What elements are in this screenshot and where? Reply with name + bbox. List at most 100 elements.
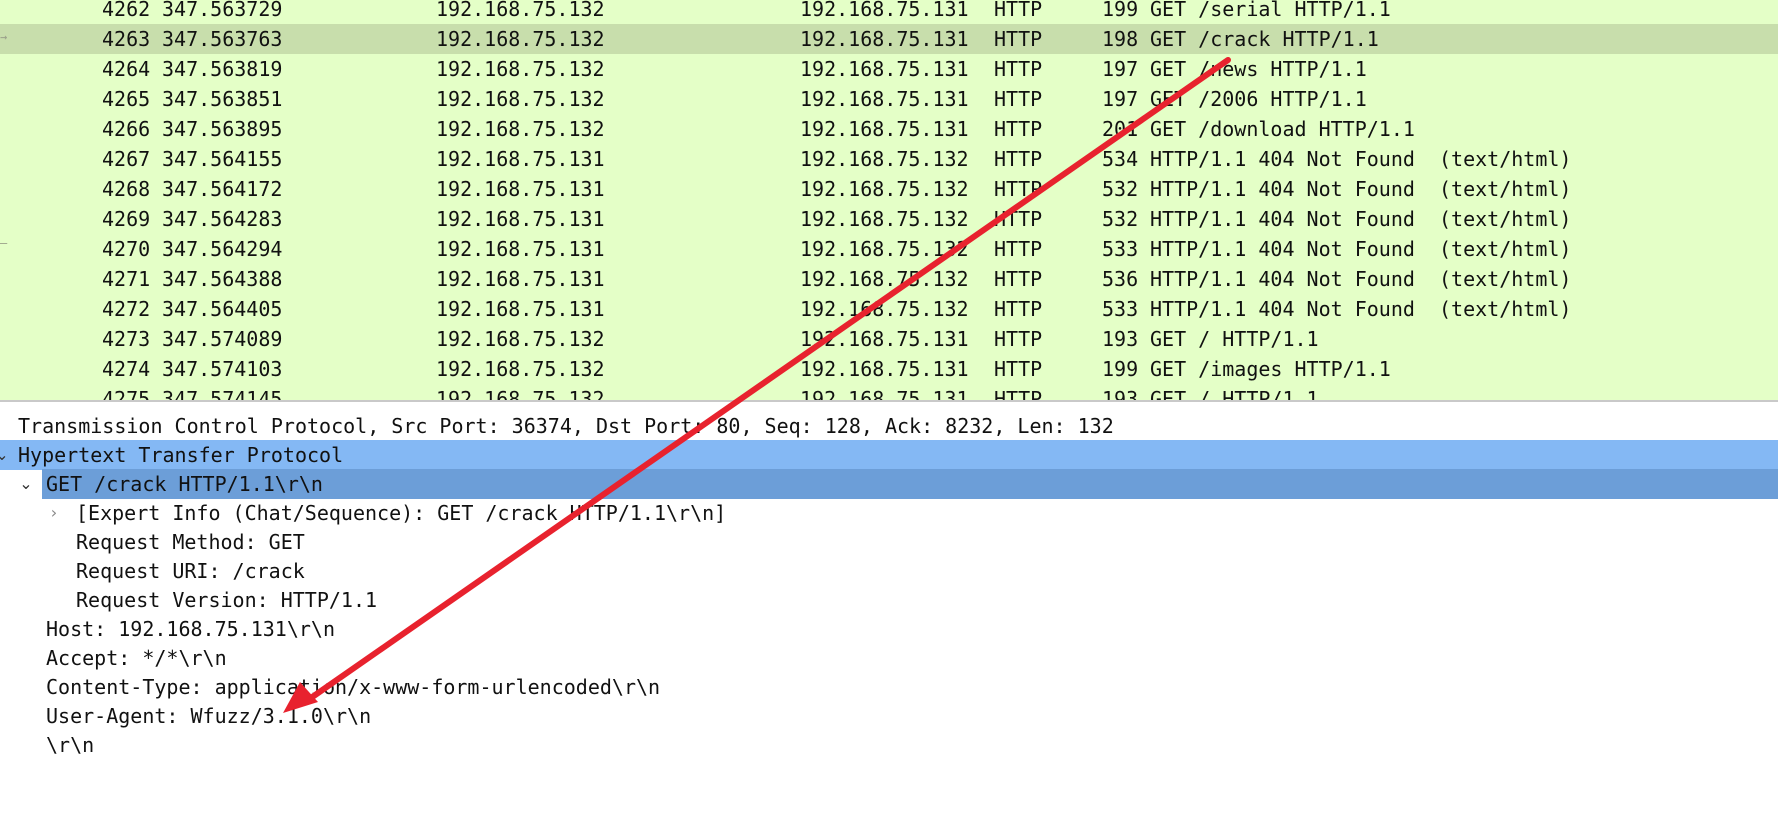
- packet-info: GET /download HTTP/1.1: [1150, 117, 1415, 141]
- chevron-down-icon[interactable]: ⌄: [0, 440, 12, 470]
- packet-row[interactable]: 4264 347.563819 192.168.75.132 192.168.75.1…: [0, 54, 1778, 84]
- packet-row[interactable]: 4274 347.574103 192.168.75.132 192.168.75.1…: [0, 354, 1778, 384]
- packet-source: 192.168.75.131: [436, 177, 605, 201]
- packet-destination: 192.168.75.132: [800, 177, 969, 201]
- packet-time: 347.564155: [162, 147, 283, 171]
- packet-time: 347.563763: [162, 27, 283, 51]
- packet-row[interactable]: 4267 347.564155 192.168.75.131 192.168.75.1…: [0, 144, 1778, 174]
- packet-source: 192.168.75.132: [436, 357, 605, 381]
- host-header: Host: 192.168.75.131\r\n: [46, 617, 335, 641]
- request-version: Request Version: HTTP/1.1: [76, 588, 378, 612]
- tree-item-host[interactable]: Host: 192.168.75.131\r\n: [0, 614, 1778, 644]
- packet-length: 536: [1102, 267, 1139, 291]
- packet-row[interactable]: 4269 347.564283 192.168.75.131 192.168.75.1…: [0, 204, 1778, 234]
- header-terminator: \r\n: [46, 733, 95, 757]
- packet-list[interactable]: 4262 347.563729 192.168.75.132 192.168.75.1…: [0, 0, 1778, 400]
- packet-source: 192.168.75.132: [436, 117, 605, 141]
- packet-time: 347.564283: [162, 207, 283, 231]
- tree-item-user-agent[interactable]: User-Agent: Wfuzz/3.1.0\r\n: [0, 701, 1778, 731]
- packet-length: 198: [1102, 27, 1139, 51]
- packet-row[interactable]: 4272 347.564405 192.168.75.131 192.168.75.1…: [0, 294, 1778, 324]
- packet-source: 192.168.75.132: [436, 27, 605, 51]
- packet-length: 197: [1102, 87, 1139, 111]
- packet-time: 347.563819: [162, 57, 283, 81]
- packet-destination: 192.168.75.131: [800, 357, 969, 381]
- request-uri: Request URI: /crack: [76, 559, 305, 583]
- packet-number: 4265: [102, 87, 151, 111]
- packet-source: 192.168.75.131: [436, 297, 605, 321]
- packet-number: 4269: [102, 207, 151, 231]
- packet-source: 192.168.75.132: [436, 0, 605, 21]
- get-line-highlight: GET /crack HTTP/1.1\r\n: [42, 469, 1778, 499]
- accept-header: Accept: */*\r\n: [46, 646, 227, 670]
- packet-destination: 192.168.75.131: [800, 327, 969, 351]
- packet-info: GET / HTTP/1.1: [1150, 387, 1319, 400]
- tree-item-accept[interactable]: Accept: */*\r\n: [0, 643, 1778, 673]
- tree-item-content-type[interactable]: Content-Type: application/x-www-form-url…: [0, 672, 1778, 702]
- packet-protocol: HTTP: [994, 207, 1043, 231]
- packet-length: 193: [1102, 327, 1139, 351]
- packet-destination: 192.168.75.131: [800, 0, 969, 21]
- packet-protocol: HTTP: [994, 27, 1043, 51]
- expert-info: [Expert Info (Chat/Sequence): GET /crack…: [76, 501, 727, 525]
- packet-info: GET / HTTP/1.1: [1150, 327, 1319, 351]
- packet-row[interactable]: 4266 347.563895 192.168.75.132 192.168.75.1…: [0, 114, 1778, 144]
- packet-row[interactable]: 4263 347.563763 192.168.75.132 192.168.75.1…: [0, 24, 1778, 54]
- packet-destination: 192.168.75.131: [800, 87, 969, 111]
- packet-row[interactable]: 4273 347.574089 192.168.75.132 192.168.75.1…: [0, 324, 1778, 354]
- packet-time: 347.563895: [162, 117, 283, 141]
- packet-source: 192.168.75.132: [436, 327, 605, 351]
- content-type-header: Content-Type: application/x-www-form-url…: [46, 675, 661, 699]
- packet-row[interactable]: 4271 347.564388 192.168.75.131 192.168.75.1…: [0, 264, 1778, 294]
- tree-item-http[interactable]: ⌄ Hypertext Transfer Protocol: [0, 440, 1778, 470]
- packet-protocol: HTTP: [994, 387, 1043, 400]
- packet-protocol: HTTP: [994, 237, 1043, 261]
- packet-row[interactable]: 4275 347.574145 192.168.75.132 192.168.75.1…: [0, 384, 1778, 400]
- packet-protocol: HTTP: [994, 177, 1043, 201]
- packet-length: 199: [1102, 0, 1139, 21]
- tree-item-expert-info[interactable]: › [Expert Info (Chat/Sequence): GET /cra…: [0, 498, 1778, 528]
- packet-protocol: HTTP: [994, 357, 1043, 381]
- packet-protocol: HTTP: [994, 297, 1043, 321]
- packet-time: 347.574145: [162, 387, 283, 400]
- packet-length: 201: [1102, 117, 1139, 141]
- packet-length: 532: [1102, 177, 1139, 201]
- tree-item-request-version[interactable]: Request Version: HTTP/1.1: [0, 585, 1778, 615]
- packet-number: 4275: [102, 387, 151, 400]
- packet-info: HTTP/1.1 404 Not Found (text/html): [1150, 207, 1572, 231]
- packet-info: GET /serial HTTP/1.1: [1150, 0, 1391, 21]
- packet-destination: 192.168.75.131: [800, 387, 969, 400]
- packet-length: 533: [1102, 237, 1139, 261]
- packet-source: 192.168.75.132: [436, 57, 605, 81]
- get-line: GET /crack HTTP/1.1\r\n: [46, 472, 323, 496]
- tree-item-request-method[interactable]: Request Method: GET: [0, 527, 1778, 557]
- tree-item-get[interactable]: ⌄ GET /crack HTTP/1.1\r\n: [0, 469, 1778, 499]
- packet-row[interactable]: 4270 347.564294 192.168.75.131 192.168.75.1…: [0, 234, 1778, 264]
- packet-protocol: HTTP: [994, 0, 1043, 21]
- packet-time: 347.574103: [162, 357, 283, 381]
- packet-destination: 192.168.75.132: [800, 297, 969, 321]
- packet-number: 4272: [102, 297, 151, 321]
- packet-details[interactable]: Transmission Control Protocol, Src Port:…: [0, 411, 1778, 777]
- packet-protocol: HTTP: [994, 267, 1043, 291]
- packet-destination: 192.168.75.132: [800, 147, 969, 171]
- tree-item-tcp[interactable]: Transmission Control Protocol, Src Port:…: [0, 411, 1778, 441]
- packet-source: 192.168.75.131: [436, 207, 605, 231]
- packet-protocol: HTTP: [994, 147, 1043, 171]
- chevron-right-icon[interactable]: ›: [44, 498, 64, 528]
- pane-splitter[interactable]: [0, 400, 1778, 411]
- packet-source: 192.168.75.132: [436, 387, 605, 400]
- packet-source: 192.168.75.131: [436, 267, 605, 291]
- packet-row[interactable]: 4268 347.564172 192.168.75.131 192.168.75.1…: [0, 174, 1778, 204]
- tree-item-end[interactable]: \r\n: [0, 730, 1778, 760]
- chevron-down-icon[interactable]: ⌄: [16, 469, 36, 499]
- packet-info: HTTP/1.1 404 Not Found (text/html): [1150, 237, 1572, 261]
- packet-row[interactable]: 4262 347.563729 192.168.75.132 192.168.75.1…: [0, 0, 1778, 24]
- packet-row[interactable]: 4265 347.563851 192.168.75.132 192.168.75.1…: [0, 84, 1778, 114]
- packet-time: 347.574089: [162, 327, 283, 351]
- tree-item-request-uri[interactable]: Request URI: /crack: [0, 556, 1778, 586]
- packet-protocol: HTTP: [994, 87, 1043, 111]
- packet-number: 4273: [102, 327, 151, 351]
- packet-destination: 192.168.75.132: [800, 267, 969, 291]
- packet-number: 4270: [102, 237, 151, 261]
